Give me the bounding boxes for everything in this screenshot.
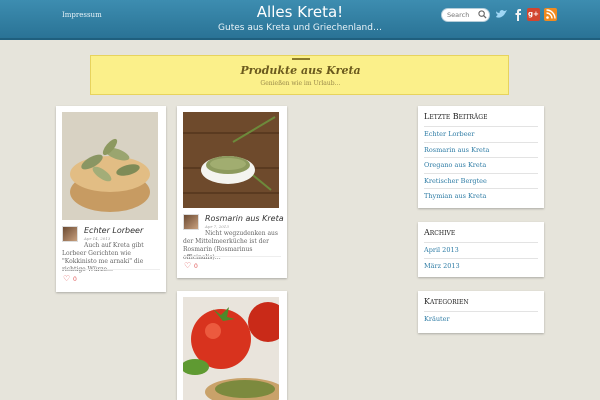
banner-title: Produkte aus Kreta <box>240 64 361 77</box>
site-tagline: Gutes aus Kreta und Griechenland… <box>218 23 382 33</box>
post-thumbnail-image[interactable] <box>183 112 279 208</box>
post-title[interactable]: Echter Lorbeer <box>84 226 143 235</box>
recent-post-link[interactable]: Kretischer Bergtee <box>424 172 538 189</box>
post-excerpt: Nicht wegzudenken aus der Mittelmeerküch… <box>183 230 278 261</box>
widget-title: Kategorien <box>424 297 469 306</box>
site-title[interactable]: Alles Kreta! <box>0 3 600 21</box>
post-card[interactable] <box>177 291 287 400</box>
card-divider <box>183 256 281 257</box>
post-card[interactable]: Rosmarin aus Kreta Apr 7, 2013 Nicht weg… <box>177 106 287 278</box>
google-plus-icon[interactable]: g+ <box>527 8 540 21</box>
post-thumbnail-image[interactable] <box>62 112 158 220</box>
post-date: Apr 14, 2013 <box>84 236 111 241</box>
header-bar: Impressum Alles Kreta! Gutes aus Kreta u… <box>0 0 600 40</box>
banner-subtitle: Genießen wie im Urlaub… <box>260 80 341 87</box>
post-title[interactable]: Rosmarin aus Kreta <box>205 214 284 223</box>
widget-title: Archive <box>424 228 456 237</box>
like-count: 0 <box>73 276 77 283</box>
search-icon[interactable] <box>478 10 487 19</box>
rss-icon[interactable] <box>544 8 557 21</box>
card-divider <box>62 269 160 270</box>
author-avatar[interactable] <box>62 226 78 242</box>
intro-banner: Produkte aus Kreta Genießen wie im Urlau… <box>90 55 509 95</box>
category-link[interactable]: Kräuter <box>424 311 538 327</box>
banner-divider <box>292 58 310 60</box>
twitter-icon[interactable] <box>495 8 508 21</box>
archive-widget: Archive April 2013 März 2013 <box>418 222 544 277</box>
heart-icon[interactable]: ♡ <box>63 274 70 283</box>
recent-posts-widget: Letzte Beiträge Echter Lorbeer Rosmarin … <box>418 106 544 208</box>
post-card[interactable]: Echter Lorbeer Apr 14, 2013 Auch auf Kre… <box>56 106 166 292</box>
archive-link[interactable]: März 2013 <box>424 257 538 274</box>
recent-post-link[interactable]: Thymian aus Kreta <box>424 188 538 204</box>
recent-post-link[interactable]: Echter Lorbeer <box>424 126 538 142</box>
archive-link[interactable]: April 2013 <box>424 242 538 258</box>
heart-icon[interactable]: ♡ <box>184 261 191 270</box>
widget-title: Letzte Beiträge <box>424 112 488 121</box>
facebook-icon[interactable] <box>512 8 525 21</box>
like-count: 0 <box>194 263 198 270</box>
recent-post-link[interactable]: Oregano aus Kreta <box>424 157 538 173</box>
categories-widget: Kategorien Kräuter <box>418 291 544 333</box>
recent-post-link[interactable]: Rosmarin aus Kreta <box>424 141 538 158</box>
author-avatar[interactable] <box>183 214 199 230</box>
post-date: Apr 7, 2013 <box>205 224 229 229</box>
post-thumbnail-image[interactable] <box>183 297 279 400</box>
